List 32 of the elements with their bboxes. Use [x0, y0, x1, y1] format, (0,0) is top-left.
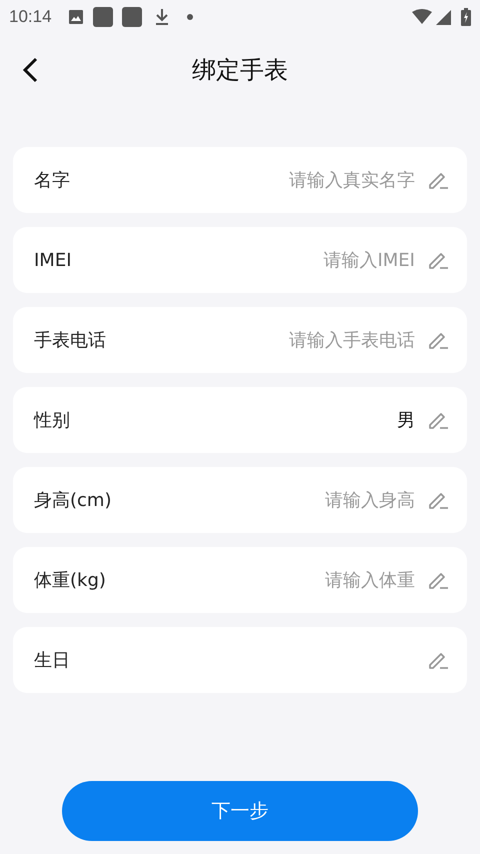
input-field[interactable]: 请输入IMEI: [84, 246, 415, 274]
signal-icon: [436, 10, 451, 24]
input-field[interactable]: 请输入手表电话: [118, 326, 415, 354]
download-icon: [154, 8, 170, 26]
back-icon: [22, 57, 38, 83]
page-title: 绑定手表: [192, 55, 288, 86]
field-label: 手表电话: [34, 328, 106, 352]
input-field[interactable]: 男: [82, 406, 415, 434]
input-field[interactable]: 请输入真实名字: [82, 166, 415, 194]
form-row[interactable]: 身高(cm) 请输入身高: [13, 467, 467, 533]
input-field[interactable]: 请输入身高: [123, 486, 415, 514]
app-icon: [122, 7, 142, 27]
form-row[interactable]: 生日: [13, 627, 467, 693]
wifi-icon: [412, 9, 432, 25]
form-row[interactable]: 手表电话 请输入手表电话: [13, 307, 467, 373]
field-label: 体重(kg): [34, 568, 106, 592]
field-label: 身高(cm): [34, 488, 112, 512]
form-row[interactable]: IMEI 请输入IMEI: [13, 227, 467, 293]
app-icon: [92, 7, 113, 27]
form-row[interactable]: 性别 男: [13, 387, 467, 453]
form-row[interactable]: 名字 请输入真实名字: [13, 147, 467, 213]
status-time: 10:14: [9, 6, 52, 28]
form-row[interactable]: 体重(kg) 请输入体重: [13, 547, 467, 613]
field-label: 生日: [34, 648, 70, 672]
field-label: 性别: [34, 408, 70, 432]
field-label: 名字: [34, 168, 70, 192]
dot-icon: [186, 14, 193, 20]
battery-icon: [461, 8, 471, 26]
image-icon: [68, 9, 84, 25]
next-button[interactable]: 下一步: [62, 781, 418, 841]
field-label: IMEI: [34, 248, 72, 272]
input-field[interactable]: 请输入体重: [118, 566, 415, 594]
